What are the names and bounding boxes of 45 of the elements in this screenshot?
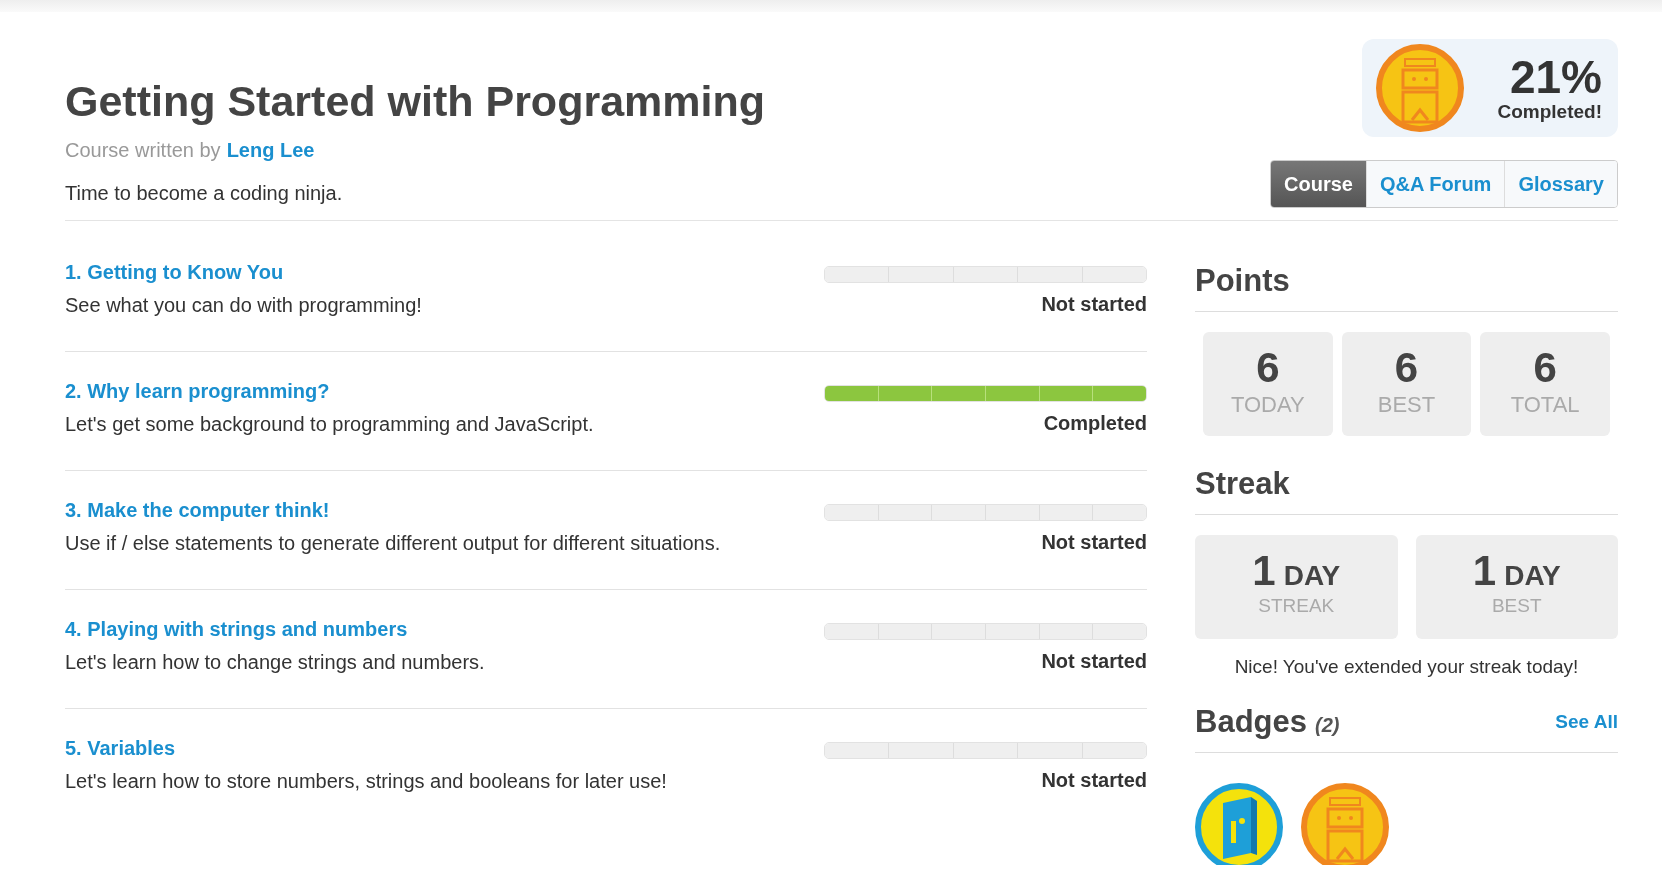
chapter-link[interactable]: 5. Variables bbox=[65, 737, 176, 760]
stat-label: TODAY bbox=[1229, 392, 1306, 418]
chapter-link[interactable]: 3. Make the computer think! bbox=[65, 499, 330, 522]
stat-unit: DAY bbox=[1504, 560, 1561, 592]
tab[interactable]: Q&A Forum bbox=[1365, 161, 1505, 207]
progress-label: Completed! bbox=[1496, 101, 1602, 123]
chapter-status: Not started bbox=[1041, 650, 1147, 673]
stat-label: TOTAL bbox=[1509, 392, 1581, 418]
chapter-description: Let's get some background to programming and JavaScript. bbox=[65, 413, 594, 436]
stat-label: BEST bbox=[1490, 595, 1543, 617]
stat-label: BEST bbox=[1376, 392, 1437, 418]
tab[interactable]: Glossary bbox=[1504, 161, 1617, 207]
stat-value: 1 bbox=[1252, 547, 1276, 595]
chapter-link[interactable]: 1. Getting to Know You bbox=[65, 261, 284, 284]
robot-badge-icon bbox=[1301, 783, 1389, 865]
author-link[interactable]: Leng Lee bbox=[226, 139, 315, 162]
chapter-description: See what you can do with programming! bbox=[65, 294, 422, 317]
section-heading: Streak bbox=[1195, 436, 1618, 515]
course-title: Getting Started with Programming bbox=[65, 77, 765, 125]
progress-percent: 21% bbox=[1508, 53, 1602, 101]
stat-value: 6 bbox=[1532, 344, 1558, 392]
chapter-description: Let's learn how to store numbers, strings and booleans for later use! bbox=[65, 770, 667, 793]
chapter-description: Use if / else statements to generate different output for different situations. bbox=[65, 532, 721, 555]
robot-badge-icon bbox=[1376, 44, 1464, 132]
stat-value: 1 bbox=[1472, 547, 1497, 595]
badge-count: (2) bbox=[1315, 714, 1340, 737]
chapter-link[interactable]: 2. Why learn programming? bbox=[65, 380, 330, 403]
chapter-link[interactable]: 4. Playing with strings and numbers bbox=[65, 618, 408, 641]
section-heading: Badges bbox=[1195, 704, 1307, 740]
chapter-status: Not started bbox=[1041, 293, 1147, 316]
chapter-description: Let's learn how to change strings and numbers. bbox=[65, 651, 485, 674]
streak-message: Nice! You've extended your streak today! bbox=[1233, 656, 1580, 678]
stat-label: STREAK bbox=[1257, 595, 1336, 617]
author-label: Course written by bbox=[65, 139, 221, 162]
course-tagline: Time to become a coding ninja. bbox=[65, 182, 344, 205]
book-badge-icon bbox=[1195, 783, 1283, 865]
chapter-status: Completed bbox=[1043, 412, 1147, 435]
see-all-link[interactable]: See All bbox=[1555, 711, 1618, 733]
tab[interactable]: Course bbox=[1271, 161, 1366, 207]
chapter-status: Not started bbox=[1041, 531, 1147, 554]
section-heading: Points bbox=[1195, 233, 1618, 312]
stat-value: 6 bbox=[1255, 344, 1281, 392]
chapter-status: Not started bbox=[1041, 769, 1147, 792]
stat-unit: DAY bbox=[1283, 560, 1341, 592]
stat-value: 6 bbox=[1393, 344, 1420, 392]
